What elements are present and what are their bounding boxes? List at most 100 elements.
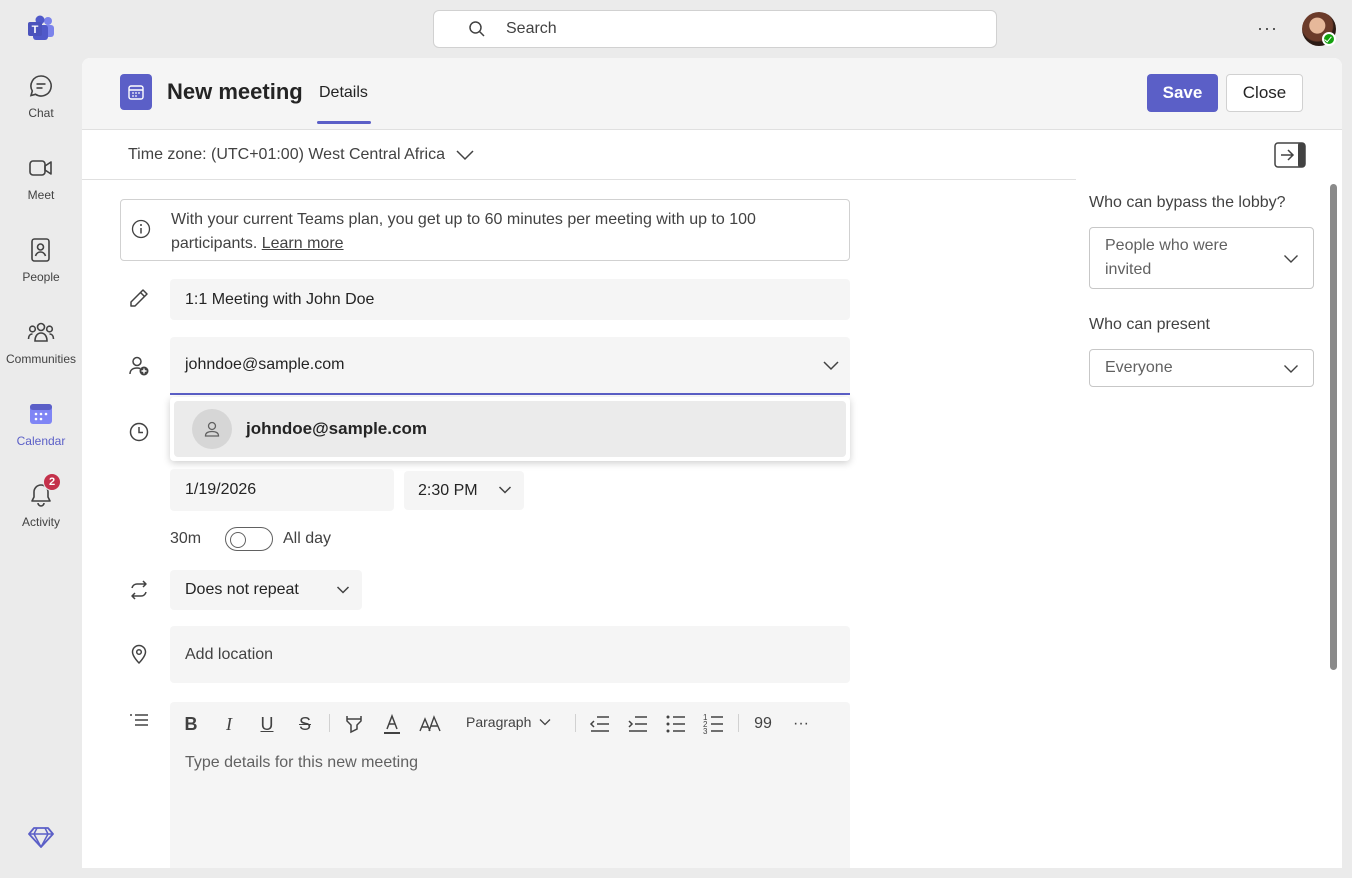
lobby-value: People who were invited [1105,237,1228,278]
plan-info-text: With your current Teams plan, you get up… [171,208,831,256]
pencil-icon [130,289,148,307]
attendee-input[interactable]: johndoe@sample.com [170,337,850,395]
chat-icon [27,72,55,100]
paragraph-style-value: Paragraph [466,714,532,730]
paragraph-style-select[interactable]: Paragraph [466,714,551,730]
calendar-tile-icon [120,74,152,110]
meeting-title-input[interactable]: 1:1 Meeting with John Doe [170,279,850,320]
svg-text:3: 3 [703,727,708,736]
highlight-icon[interactable] [342,712,366,736]
decrease-indent-icon[interactable] [588,712,612,736]
rail-label: Activity [21,515,60,529]
start-time-select[interactable]: 2:30 PM [404,471,524,510]
timezone-label: Time zone: (UTC+01:00) West Central Afri… [128,145,445,163]
rail-label: Communities [5,352,77,366]
quote-icon[interactable]: 99 [751,712,775,736]
timezone-picker[interactable]: Time zone: (UTC+01:00) West Central Afri… [82,130,1076,180]
toolbar-divider [575,714,576,732]
info-icon [131,219,151,239]
attendee-value: johndoe@sample.com [185,356,345,373]
present-value: Everyone [1105,359,1173,376]
suggestion-label: johndoe@sample.com [246,419,427,438]
font-color-icon[interactable] [380,712,404,736]
chevron-down-icon[interactable] [822,358,840,372]
repeat-icon [131,580,147,600]
italic-icon[interactable]: I [217,712,241,736]
save-button[interactable]: Save [1147,74,1218,112]
details-editor[interactable]: B I U S Paragraph 123 99 ··· Type detail… [170,702,850,868]
all-day-label: All day [283,530,332,547]
numbered-list-icon[interactable]: 123 [702,712,726,736]
diamond-icon[interactable] [28,824,54,850]
person-icon [192,409,232,449]
rail-label: Calendar [16,434,66,448]
plan-info-message: With your current Teams plan, you get up… [171,211,756,252]
learn-more-link[interactable]: Learn more [262,235,344,252]
collapse-panel-icon[interactable] [1274,142,1306,168]
rail-label: Chat [28,106,54,120]
underline-icon[interactable]: U [255,712,279,736]
rail-item-activity[interactable]: 2 Activity [0,473,82,553]
increase-indent-icon[interactable] [626,712,650,736]
app-rail: T Chat Meet People Communities Calendar [0,0,82,878]
duration-label: 30m [170,530,202,547]
people-book-icon [27,236,55,264]
strikethrough-icon[interactable]: S [293,712,317,736]
plan-info-banner: With your current Teams plan, you get up… [120,199,850,261]
search-icon [469,21,485,37]
rail-item-people[interactable]: People [0,236,82,308]
lobby-select[interactable]: People who were invited [1089,227,1314,289]
attendee-suggestions: johndoe@sample.com [170,397,850,461]
meeting-header: New meeting Details Save Close [82,58,1342,130]
present-label: Who can present [1089,316,1210,333]
close-button[interactable]: Close [1226,74,1303,112]
details-icon [130,714,148,726]
rail-item-chat[interactable]: Chat [0,72,82,144]
toolbar-divider [738,714,739,732]
chevron-down-icon [1284,255,1298,263]
repeat-value: Does not repeat [185,581,299,598]
chevron-down-icon [456,149,474,160]
meeting-panel: New meeting Details Save Close Time zone… [82,58,1342,868]
start-time-value: 2:30 PM [418,481,478,499]
rail-item-meet[interactable]: Meet [0,154,82,226]
scrollbar[interactable] [1330,184,1337,670]
location-input[interactable]: Add location [170,626,850,683]
repeat-select[interactable]: Does not repeat [170,570,362,610]
page-title: New meeting [167,79,303,104]
search-box[interactable] [433,10,997,48]
chevron-down-icon [336,586,350,594]
present-select[interactable]: Everyone [1089,349,1314,387]
video-icon [27,154,55,182]
details-placeholder: Type details for this new meeting [185,754,419,771]
tab-active-indicator [317,121,371,124]
bulleted-list-icon[interactable] [664,712,688,736]
more-options-icon[interactable]: ··· [1257,18,1281,38]
calendar-icon [27,400,55,428]
clock-icon [129,422,149,442]
rail-label: People [22,270,60,284]
communities-icon [27,318,55,346]
bold-icon[interactable]: B [179,712,203,736]
all-day-toggle[interactable] [225,527,273,551]
location-pin-icon [131,644,147,665]
teams-logo: T [28,15,54,40]
add-attendee-icon [129,356,149,376]
svg-text:T: T [32,24,39,36]
font-size-icon[interactable] [418,712,442,736]
toolbar-divider [329,714,330,732]
chevron-down-icon [498,486,512,494]
rail-label: Meet [27,188,55,202]
rail-item-calendar[interactable]: Calendar [0,400,82,472]
start-date-input[interactable]: 1/19/2026 [170,469,394,511]
tab-details[interactable]: Details [319,84,368,102]
rail-item-communities[interactable]: Communities [0,318,82,390]
more-formatting-icon[interactable]: ··· [789,712,813,736]
presence-available-icon [1322,32,1336,46]
chevron-down-icon [539,719,551,726]
chevron-down-icon [1284,365,1298,373]
search-input[interactable] [506,20,906,38]
lobby-label: Who can bypass the lobby? [1089,194,1286,211]
suggestion-item[interactable]: johndoe@sample.com [174,401,846,457]
activity-badge: 2 [43,473,61,491]
